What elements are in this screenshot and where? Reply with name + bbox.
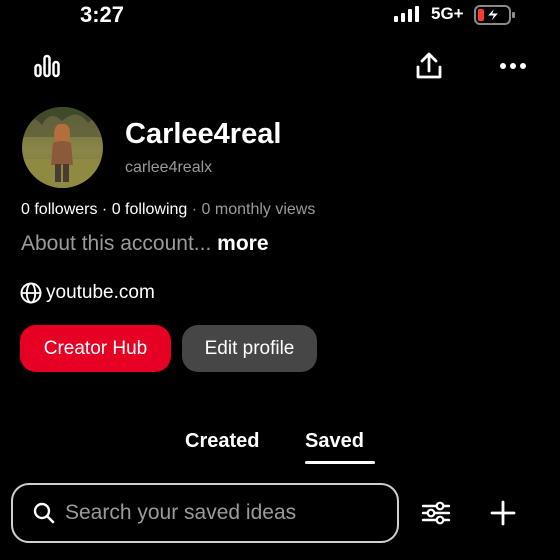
globe-icon: [20, 282, 42, 304]
bar-chart-icon: [34, 54, 60, 78]
more-options-button[interactable]: [494, 48, 532, 84]
edit-profile-button[interactable]: Edit profile: [182, 325, 317, 372]
plus-icon: [490, 500, 516, 526]
status-bar: 3:27 5G+: [0, 0, 560, 30]
stats-separator-2: ·: [187, 201, 202, 218]
search-icon: [33, 502, 55, 524]
display-name: Carlee4real: [125, 118, 282, 150]
search-placeholder: Search your saved ideas: [65, 501, 297, 524]
username: carlee4realx: [125, 159, 213, 176]
status-time: 3:27: [80, 2, 125, 27]
add-button[interactable]: [485, 495, 521, 531]
battery-charging-icon: [474, 5, 515, 25]
share-button[interactable]: [410, 48, 448, 84]
filter-button[interactable]: [418, 495, 454, 531]
top-bar: [0, 48, 560, 84]
creator-hub-button[interactable]: Creator Hub: [20, 325, 171, 372]
website-url: youtube.com: [46, 282, 155, 303]
analytics-button[interactable]: [28, 48, 66, 84]
about-text: About this account...: [21, 232, 212, 255]
about-more-link[interactable]: more: [217, 232, 268, 255]
stats-separator: ·: [97, 201, 112, 218]
website-link[interactable]: youtube.com: [20, 281, 155, 305]
sliders-icon: [421, 501, 451, 525]
tab-created[interactable]: Created: [185, 430, 259, 453]
selected-tab-indicator: [305, 461, 375, 464]
more-horizontal-icon: [500, 63, 526, 69]
search-input[interactable]: Search your saved ideas: [11, 483, 399, 543]
network-type: 5G+: [431, 4, 464, 23]
about-account[interactable]: About this account... more: [21, 232, 269, 256]
avatar-photo: [22, 107, 103, 188]
followers-count[interactable]: 0 followers: [21, 201, 97, 218]
avatar[interactable]: [22, 107, 103, 188]
profile-stats: 0 followers · 0 following · 0 monthly vi…: [21, 201, 315, 219]
tab-saved[interactable]: Saved: [305, 430, 364, 453]
cellular-signal-icon: [394, 6, 419, 22]
following-count[interactable]: 0 following: [112, 201, 188, 218]
monthly-views: 0 monthly views: [201, 201, 316, 218]
share-icon: [416, 52, 442, 79]
